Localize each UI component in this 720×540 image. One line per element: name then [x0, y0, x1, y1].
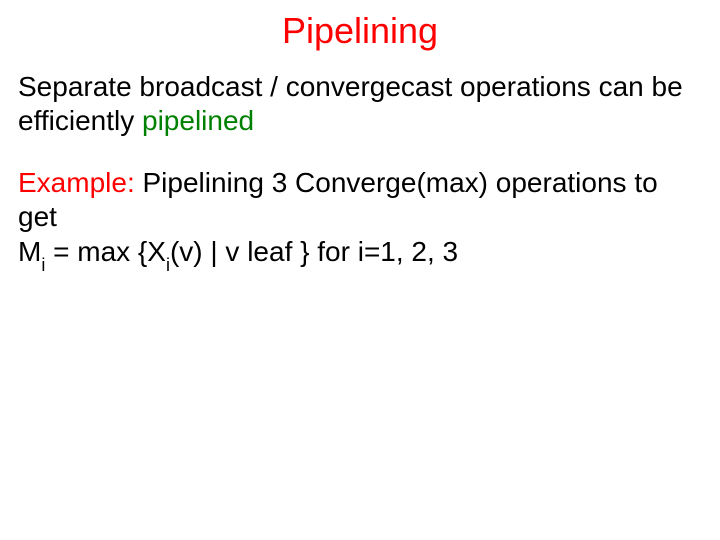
example-label: Example:: [18, 167, 135, 198]
keyword-pipelined: pipelined: [142, 105, 254, 136]
formula-sub-i-1: i: [41, 255, 45, 275]
formula: Mi = max {Xi(v) | v leaf } for i=1, 2, 3: [18, 236, 458, 267]
formula-M: M: [18, 236, 41, 267]
slide: Pipelining Separate broadcast / converge…: [0, 0, 720, 540]
slide-body: Separate broadcast / convergecast operat…: [18, 70, 702, 273]
formula-tail: (v) | v leaf } for i=1, 2, 3: [170, 236, 458, 267]
paragraph-intro: Separate broadcast / convergecast operat…: [18, 70, 702, 138]
intro-text: Separate broadcast / convergecast operat…: [18, 71, 683, 136]
formula-sub-i-2: i: [166, 255, 170, 275]
slide-title: Pipelining: [18, 10, 702, 52]
paragraph-example: Example: Pipelining 3 Converge(max) oper…: [18, 166, 702, 273]
formula-mid: = max {X: [45, 236, 166, 267]
